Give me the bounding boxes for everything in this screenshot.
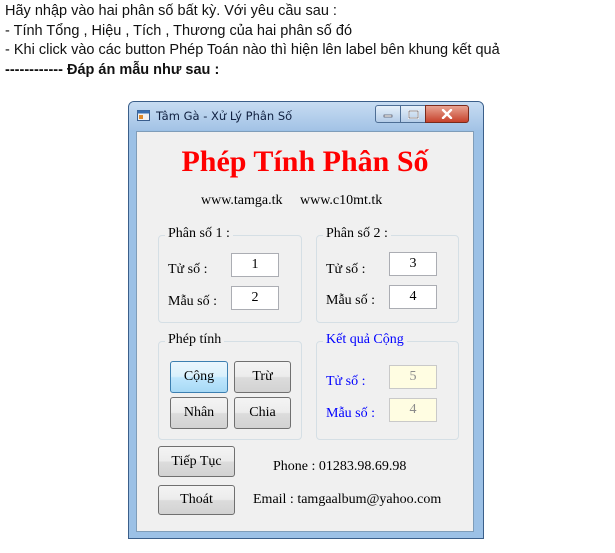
fraction1-denominator-label: Mẫu số : <box>168 294 217 309</box>
form-headline: Phép Tính Phân Số <box>181 145 429 178</box>
minimize-button[interactable] <box>375 105 401 123</box>
multiply-button[interactable]: Nhân <box>170 397 228 429</box>
minimize-icon <box>383 114 393 118</box>
form-client-area: Phép Tính Phân Số www.tamga.tk www.c10mt… <box>136 131 474 532</box>
operations-group-title: Phép tính <box>165 332 225 348</box>
divide-button[interactable]: Chia <box>234 397 291 429</box>
instructions: Hãy nhập vào hai phân số bất kỳ. Với yêu… <box>5 2 500 80</box>
app-icon <box>137 110 150 121</box>
result-numerator-field: 5 <box>389 365 437 389</box>
fraction1-group: Phân số 1 : Tử số : 1 Mẫu số : 2 <box>158 226 302 323</box>
fraction1-numerator-label: Tử số : <box>168 262 208 277</box>
app-window: Tâm Gà - Xử Lý Phân Số Phép Tính Phân Số… <box>128 101 484 539</box>
email-label: Email : tamgaalbum@yahoo.com <box>253 492 442 507</box>
fraction1-numerator-input[interactable]: 1 <box>231 253 279 277</box>
maximize-button[interactable] <box>400 105 426 123</box>
fraction2-denominator-input[interactable]: 4 <box>389 285 437 309</box>
continue-button[interactable]: Tiếp Tục <box>158 446 235 477</box>
instruction-line-3: - Khi click vào các button Phép Toán nào… <box>5 42 500 58</box>
operations-group: Phép tính Cộng Trừ Nhân Chia <box>158 332 302 440</box>
fraction2-numerator-input[interactable]: 3 <box>389 252 437 276</box>
fraction1-group-title: Phân số 1 : <box>165 226 233 242</box>
result-group-title: Kết quả Cộng <box>323 332 407 348</box>
phone-label: Phone : 01283.98.69.98 <box>273 459 407 474</box>
fraction2-group: Phân số 2 : Tử số : 3 Mẫu số : 4 <box>316 226 459 323</box>
close-icon <box>441 109 453 119</box>
fraction2-denominator-label: Mẫu số : <box>326 293 375 308</box>
fraction2-numerator-label: Tử số : <box>326 262 366 277</box>
result-numerator-label: Tử số : <box>326 374 366 389</box>
result-denominator-field: 4 <box>389 398 437 422</box>
close-button[interactable] <box>425 105 469 123</box>
website-label-1: www.tamga.tk <box>201 193 283 208</box>
fraction1-denominator-input[interactable]: 2 <box>231 286 279 310</box>
fraction2-group-title: Phân số 2 : <box>323 226 391 242</box>
website-label-2: www.c10mt.tk <box>300 193 383 208</box>
result-denominator-label: Mẫu số : <box>326 406 375 421</box>
exit-button[interactable]: Thoát <box>158 485 235 515</box>
answer-heading: ------------ Đáp án mẫu như sau : <box>5 61 220 78</box>
subtract-button[interactable]: Trừ <box>234 361 291 393</box>
instruction-line-2: - Tính Tổng , Hiệu , Tích , Thương của h… <box>5 22 353 39</box>
add-button[interactable]: Cộng <box>170 361 228 393</box>
title-bar[interactable]: Tâm Gà - Xử Lý Phân Số <box>129 102 483 130</box>
window-title: Tâm Gà - Xử Lý Phân Số <box>156 109 293 123</box>
maximize-icon <box>407 109 419 119</box>
instruction-line-1: Hãy nhập vào hai phân số bất kỳ. Với yêu… <box>5 3 337 19</box>
result-group: Kết quả Cộng Tử số : 5 Mẫu số : 4 <box>316 332 459 440</box>
